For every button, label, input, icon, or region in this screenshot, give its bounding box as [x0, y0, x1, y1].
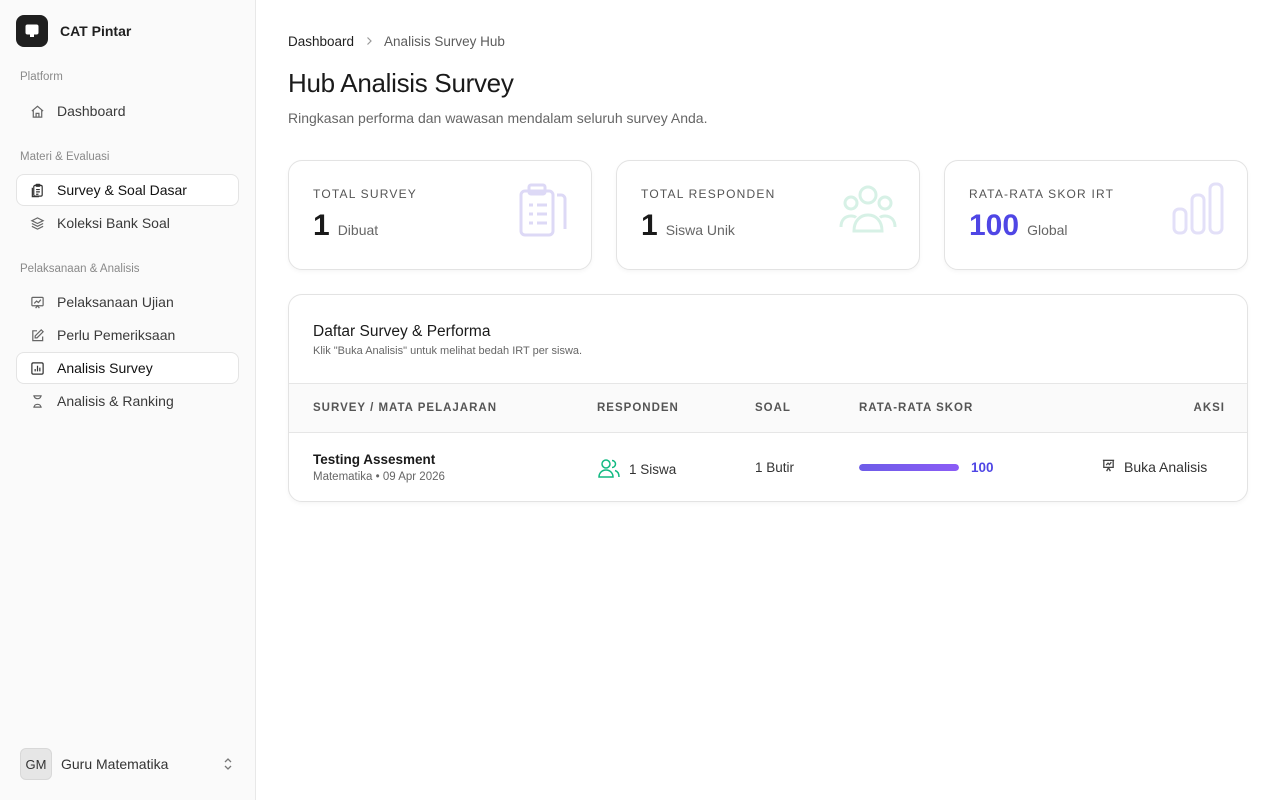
brand-logo-icon — [16, 15, 48, 47]
sidebar-item-label: Survey & Soal Dasar — [57, 182, 187, 198]
sidebar: CAT Pintar Platform Dashboard Materi & E… — [0, 0, 256, 800]
hourglass-icon — [29, 393, 45, 409]
sidebar-item-label: Koleksi Bank Soal — [57, 215, 170, 231]
stat-card-rata-rata-skor: RATA-RATA SKOR IRT 100 Global — [944, 160, 1248, 270]
responden-cell: 1 Siswa — [597, 457, 676, 482]
stat-label: RATA-RATA SKOR IRT — [969, 187, 1115, 201]
breadcrumb: Dashboard Analisis Survey Hub — [288, 34, 505, 49]
user-menu[interactable]: GM Guru Matematika — [20, 748, 236, 780]
column-header: RATA-RATA SKOR — [859, 402, 974, 414]
score-cell: 100 — [859, 460, 994, 475]
sidebar-item-label: Analisis Survey — [57, 360, 153, 376]
buka-analisis-button[interactable]: Buka Analisis — [1101, 458, 1207, 476]
pencil-square-icon — [29, 327, 45, 343]
sidebar-item-dashboard[interactable]: Dashboard — [16, 95, 239, 127]
stat-unit: Siswa Unik — [665, 222, 735, 238]
table-header: SURVEY / MATA PELAJARAN RESPONDEN SOAL R… — [289, 383, 1247, 433]
page-subtitle: Ringkasan performa dan wawasan mendalam … — [288, 110, 708, 126]
clipboard-list-icon — [517, 181, 569, 244]
brand[interactable]: CAT Pintar — [16, 15, 131, 47]
score-progress-fill — [859, 464, 959, 471]
column-header: SURVEY / MATA PELAJARAN — [313, 402, 498, 414]
sidebar-item-label: Perlu Pemeriksaan — [57, 327, 176, 343]
table-subtitle: Klik "Buka Analisis" untuk melihat bedah… — [313, 345, 583, 357]
column-header: AKSI — [1193, 402, 1225, 414]
score-progress-bar — [859, 464, 959, 471]
stat-label: TOTAL RESPONDEN — [641, 187, 776, 201]
avatar: GM — [20, 748, 52, 780]
sidebar-item-label: Pelaksanaan Ujian — [57, 294, 174, 310]
sidebar-item-analisis-ranking[interactable]: Analisis & Ranking — [16, 385, 239, 417]
stat-value: 100 — [969, 209, 1020, 242]
breadcrumb-dashboard[interactable]: Dashboard — [288, 34, 354, 49]
stat-value: 1 — [313, 209, 330, 242]
sidebar-item-pelaksanaan-ujian[interactable]: Pelaksanaan Ujian — [16, 286, 239, 318]
table-row: Testing Assesment Matematika • 09 Apr 20… — [289, 433, 1247, 501]
soal-count: 1 Butir — [755, 460, 795, 475]
score-value: 100 — [971, 460, 994, 475]
main-content: Dashboard Analisis Survey Hub Hub Analis… — [256, 0, 1280, 800]
sidebar-item-survey-soal-dasar[interactable]: Survey & Soal Dasar — [16, 174, 239, 206]
stat-unit: Global — [1027, 222, 1068, 238]
presentation-icon — [1101, 458, 1116, 476]
clipboard-copy-icon — [29, 182, 45, 198]
chevron-right-icon — [364, 34, 374, 49]
users-group-icon — [839, 181, 897, 242]
sidebar-item-perlu-pemeriksaan[interactable]: Perlu Pemeriksaan — [16, 319, 239, 351]
buka-analisis-label: Buka Analisis — [1124, 459, 1208, 475]
bar-chart-icon — [1171, 181, 1225, 242]
stat-card-total-survey: TOTAL SURVEY 1 Dibuat — [288, 160, 592, 270]
stat-value: 1 — [641, 209, 658, 242]
stat-unit: Dibuat — [337, 222, 379, 238]
bar-chart-icon — [29, 360, 45, 376]
stat-label: TOTAL SURVEY — [313, 187, 417, 201]
brand-name: CAT Pintar — [60, 23, 132, 39]
column-header: RESPONDEN — [597, 402, 679, 414]
user-name: Guru Matematika — [61, 756, 169, 772]
users-icon — [597, 457, 621, 482]
stat-card-total-responden: TOTAL RESPONDEN 1 Siswa Unik — [616, 160, 920, 270]
page-title: Hub Analisis Survey — [288, 68, 514, 98]
home-icon — [29, 103, 45, 119]
sidebar-item-koleksi-bank-soal[interactable]: Koleksi Bank Soal — [16, 207, 239, 239]
breadcrumb-current: Analisis Survey Hub — [384, 34, 505, 49]
layers-icon — [29, 215, 45, 231]
sidebar-item-label: Analisis & Ranking — [57, 393, 174, 409]
responden-count: 1 Siswa — [629, 462, 677, 477]
sidebar-item-label: Dashboard — [57, 103, 126, 119]
column-header: SOAL — [755, 402, 791, 414]
table-title: Daftar Survey & Performa — [313, 323, 491, 340]
chevron-up-down-icon — [220, 756, 236, 772]
sidebar-item-analisis-survey[interactable]: Analisis Survey — [16, 352, 239, 384]
presentation-chart-icon — [29, 294, 45, 310]
survey-title: Testing Assesment — [313, 452, 436, 467]
section-label-pelaksanaan: Pelaksanaan & Analisis — [20, 263, 140, 275]
survey-table-card: Daftar Survey & Performa Klik "Buka Anal… — [288, 294, 1248, 502]
section-label-platform: Platform — [20, 71, 63, 83]
survey-meta: Matematika • 09 Apr 2026 — [313, 471, 445, 483]
section-label-materi: Materi & Evaluasi — [20, 151, 110, 163]
